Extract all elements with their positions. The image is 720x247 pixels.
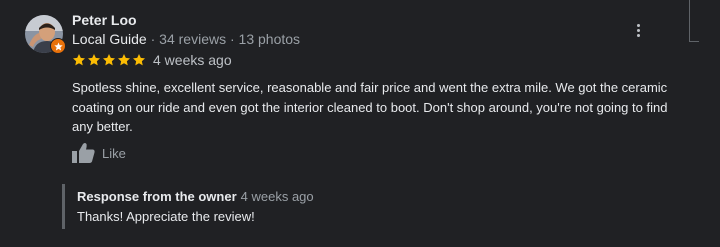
more-vert-icon-dot <box>636 28 640 32</box>
review-count: 34 reviews <box>159 31 227 47</box>
star-rating <box>72 53 146 67</box>
meta-separator: · <box>146 31 160 47</box>
owner-response-heading: Response from the owner 4 weeks ago <box>77 188 314 205</box>
rating-row: 4 weeks ago <box>72 52 232 68</box>
reviewer-name[interactable]: Peter Loo <box>72 12 137 28</box>
reviewer-meta: Local Guide · 34 reviews · 13 photos <box>72 31 300 47</box>
owner-response: Response from the owner 4 weeks ago Thank… <box>62 184 314 229</box>
like-button[interactable]: Like <box>70 142 126 164</box>
thumbs-up-icon <box>72 143 95 163</box>
star-icon <box>87 54 101 66</box>
star-icon <box>132 54 146 66</box>
star-icon <box>72 54 86 66</box>
owner-response-title: Response from the owner <box>77 189 237 204</box>
owner-response-text: Thanks! Appreciate the review! <box>77 209 255 224</box>
more-vert-icon-dot <box>636 33 640 37</box>
more-vert-icon <box>636 23 640 27</box>
review-text: Spotless shine, excellent service, reaso… <box>72 80 668 134</box>
star-icon <box>102 54 116 66</box>
reviewer-avatar-container[interactable] <box>25 15 66 54</box>
local-guide-label: Local Guide <box>72 31 147 47</box>
star-icon <box>117 54 131 66</box>
like-label: Like <box>102 145 126 161</box>
scrollbar[interactable] <box>689 0 699 42</box>
review-date: 4 weeks ago <box>153 52 232 68</box>
meta-separator: · <box>226 31 239 47</box>
local-guide-star-icon <box>50 38 66 54</box>
photo-count: 13 photos <box>238 31 301 47</box>
owner-response-date: 4 weeks ago <box>240 189 314 204</box>
more-options-button[interactable] <box>628 20 648 40</box>
